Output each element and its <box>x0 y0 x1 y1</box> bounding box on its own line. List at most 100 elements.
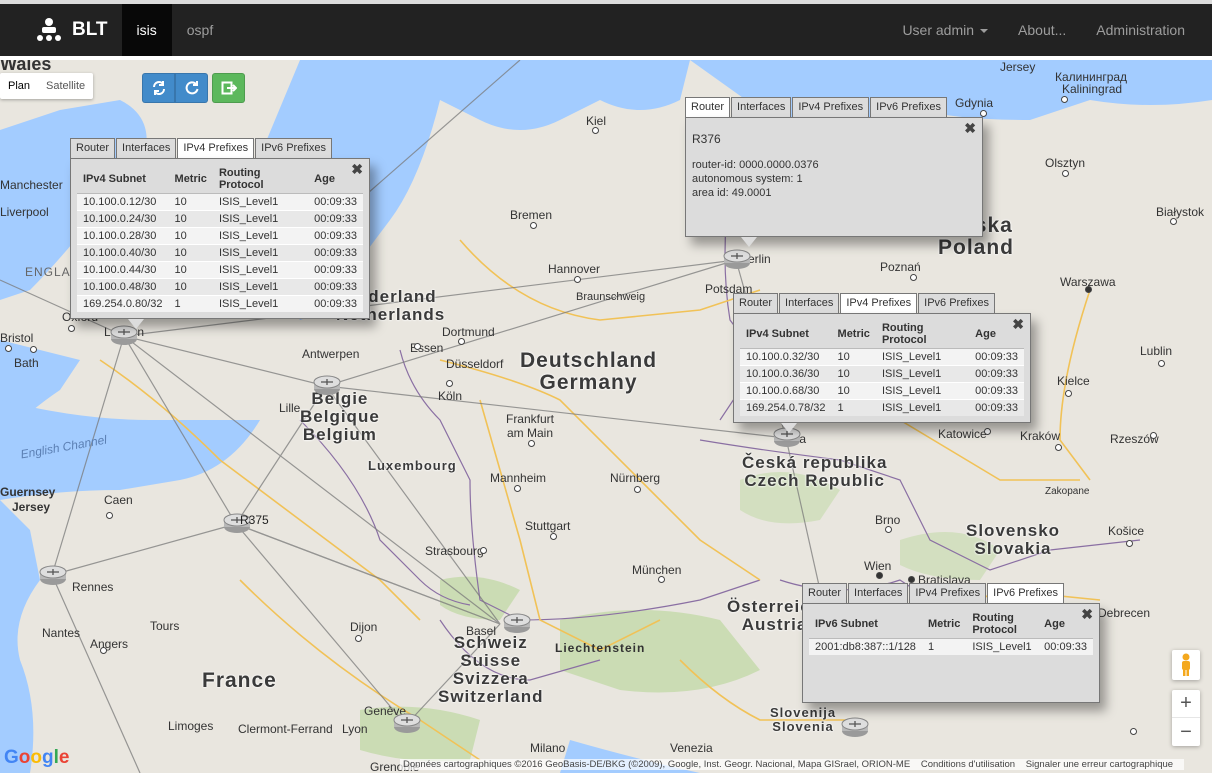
table-cell: ISIS_Level1 <box>212 193 309 211</box>
table-cell: 00:09:33 <box>308 210 363 228</box>
router-icon[interactable] <box>840 716 870 738</box>
router-icon[interactable] <box>502 612 532 634</box>
popup-tab-interfaces[interactable]: Interfaces <box>116 138 177 158</box>
table-cell: 00:09:33 <box>308 193 363 211</box>
popup-tab-ipv4[interactable]: IPv4 Prefixes <box>177 138 255 158</box>
city-dot <box>1170 218 1177 225</box>
table-cell: 10 <box>168 193 213 211</box>
city-label: Milano <box>530 741 566 755</box>
city-label: Košice <box>1108 524 1145 538</box>
table-cell: 169.254.0.80/32 <box>77 295 169 312</box>
refresh-button[interactable] <box>142 73 175 103</box>
report-error-link[interactable]: Signaler une erreur cartographique <box>1026 759 1173 770</box>
table-cell: 10 <box>831 348 876 366</box>
street-view-pegman[interactable] <box>1172 650 1200 680</box>
router-area: area id: 49.0001 <box>692 187 772 199</box>
city-label: Katowice <box>938 427 987 441</box>
city-label: Mannheim <box>490 471 547 485</box>
popup-tab-interfaces[interactable]: Interfaces <box>731 97 792 117</box>
close-icon[interactable]: ✖ <box>351 162 363 176</box>
country-label: Slovensko Slovakia <box>966 521 1061 558</box>
popup-tab-interfaces[interactable]: Interfaces <box>779 293 840 313</box>
close-icon[interactable]: ✖ <box>1081 607 1093 621</box>
city-label: Guernsey <box>0 485 56 499</box>
administration-link[interactable]: Administration <box>1081 4 1200 56</box>
table-cell: ISIS_Level1 <box>212 278 309 296</box>
city-label: Rennes <box>72 580 114 594</box>
table-cell: 10 <box>831 365 876 383</box>
close-icon[interactable]: ✖ <box>1012 317 1024 331</box>
pegman-icon <box>1182 653 1190 676</box>
city-label: Liverpool <box>0 205 49 219</box>
table-header: Metric <box>831 320 876 349</box>
popup-tab-ipv6[interactable]: IPv6 Prefixes <box>255 138 332 158</box>
city-label: Jersey <box>1000 60 1036 74</box>
router-icon[interactable] <box>392 712 422 734</box>
network-logo-icon <box>37 18 61 41</box>
close-icon[interactable]: ✖ <box>964 121 976 135</box>
about-link[interactable]: About... <box>1003 4 1081 56</box>
popup-tab-ipv6[interactable]: IPv6 Prefixes <box>870 97 947 117</box>
popup-tab-router[interactable]: Router <box>733 293 779 313</box>
city-label: Debrecen <box>1098 606 1151 620</box>
city-dot <box>1130 728 1137 735</box>
map-type-plan[interactable]: Plan <box>0 73 38 99</box>
table-cell: 00:09:33 <box>308 227 363 245</box>
terms-link[interactable]: Conditions d'utilisation <box>921 759 1015 770</box>
city-label: Bath <box>14 356 39 370</box>
popup-tab-interfaces[interactable]: Interfaces <box>848 583 909 603</box>
caret-down-icon <box>980 29 989 34</box>
table-cell: ISIS_Level1 <box>966 638 1039 655</box>
table-row: 2001:db8:387::1/128 1 ISIS_Level1 00:09:33 <box>809 638 1093 655</box>
table-cell: 10.100.0.32/30 <box>740 348 832 366</box>
city-label: Lille <box>279 401 301 415</box>
google-logo: Google <box>4 747 70 768</box>
city-label: Nürnberg <box>610 471 661 485</box>
city-label: Liechtenstein <box>555 641 646 655</box>
table-row: 10.100.0.36/30 10 ISIS_Level1 00:09:33 <box>740 365 1024 383</box>
reload-button[interactable] <box>175 73 208 103</box>
router-icon[interactable] <box>312 374 342 396</box>
popup-tab-ipv6[interactable]: IPv6 Prefixes <box>918 293 995 313</box>
table-header: IPv4 Subnet <box>740 320 832 349</box>
router-icon[interactable] <box>722 248 752 270</box>
city-dot <box>446 380 453 387</box>
city-label: Hannover <box>548 262 601 276</box>
table-cell: 10 <box>168 227 213 245</box>
popup-tab-ipv4[interactable]: IPv4 Prefixes <box>909 583 987 603</box>
city-dot <box>658 576 665 583</box>
tab-isis[interactable]: isis <box>121 4 172 56</box>
popup-tab-router[interactable]: Router <box>802 583 848 603</box>
popup-tab-ipv6[interactable]: IPv6 Prefixes <box>987 583 1064 603</box>
prefix-table: IPv6 Subnet Metric Routing Protocol Age 2001… <box>809 610 1093 655</box>
zoom-out-button[interactable]: − <box>1172 718 1200 746</box>
table-cell: ISIS_Level1 <box>875 382 970 400</box>
table-cell: 10.100.0.28/30 <box>77 227 169 245</box>
popup-tab-router[interactable]: Router <box>70 138 116 158</box>
popup-tab-ipv4[interactable]: IPv4 Prefixes <box>840 293 918 313</box>
map[interactable]: Kiel Gdynia Калининград Kaliningrad Olsz… <box>0 60 1212 773</box>
city-label: Jersey <box>12 500 51 514</box>
table-cell: ISIS_Level1 <box>875 348 970 366</box>
map-type-satellite[interactable]: Satellite <box>38 73 93 99</box>
router-icon[interactable] <box>38 564 68 586</box>
table-row: 10.100.0.32/30 10 ISIS_Level1 00:09:33 <box>740 348 1024 366</box>
popup-tab-ipv4[interactable]: IPv4 Prefixes <box>792 97 870 117</box>
export-button[interactable] <box>212 73 245 103</box>
map-type-control: Plan Satellite <box>0 73 94 99</box>
table-row: 10.100.0.24/30 10 ISIS_Level1 00:09:33 <box>77 210 363 228</box>
attribution-data: Données cartographiques ©2016 GeoBasis-D… <box>403 759 911 770</box>
user-menu[interactable]: User admin <box>887 4 1003 56</box>
reload-icon <box>185 81 198 95</box>
brand-link[interactable]: BLT <box>0 4 122 56</box>
prefix-table: IPv4 Subnet Metric Routing Protocol Age 10.1… <box>77 165 363 312</box>
table-row: 10.100.0.12/30 10 ISIS_Level1 00:09:33 <box>77 193 363 211</box>
zoom-in-button[interactable]: + <box>1172 690 1200 718</box>
tab-ospf[interactable]: ospf <box>172 4 228 56</box>
table-cell: 10.100.0.36/30 <box>740 365 832 383</box>
brand-name: BLT <box>72 19 108 40</box>
popup-tab-router[interactable]: Router <box>685 97 731 117</box>
city-label: München <box>632 563 682 577</box>
city-dot <box>550 533 557 540</box>
city-dot <box>1150 432 1157 439</box>
